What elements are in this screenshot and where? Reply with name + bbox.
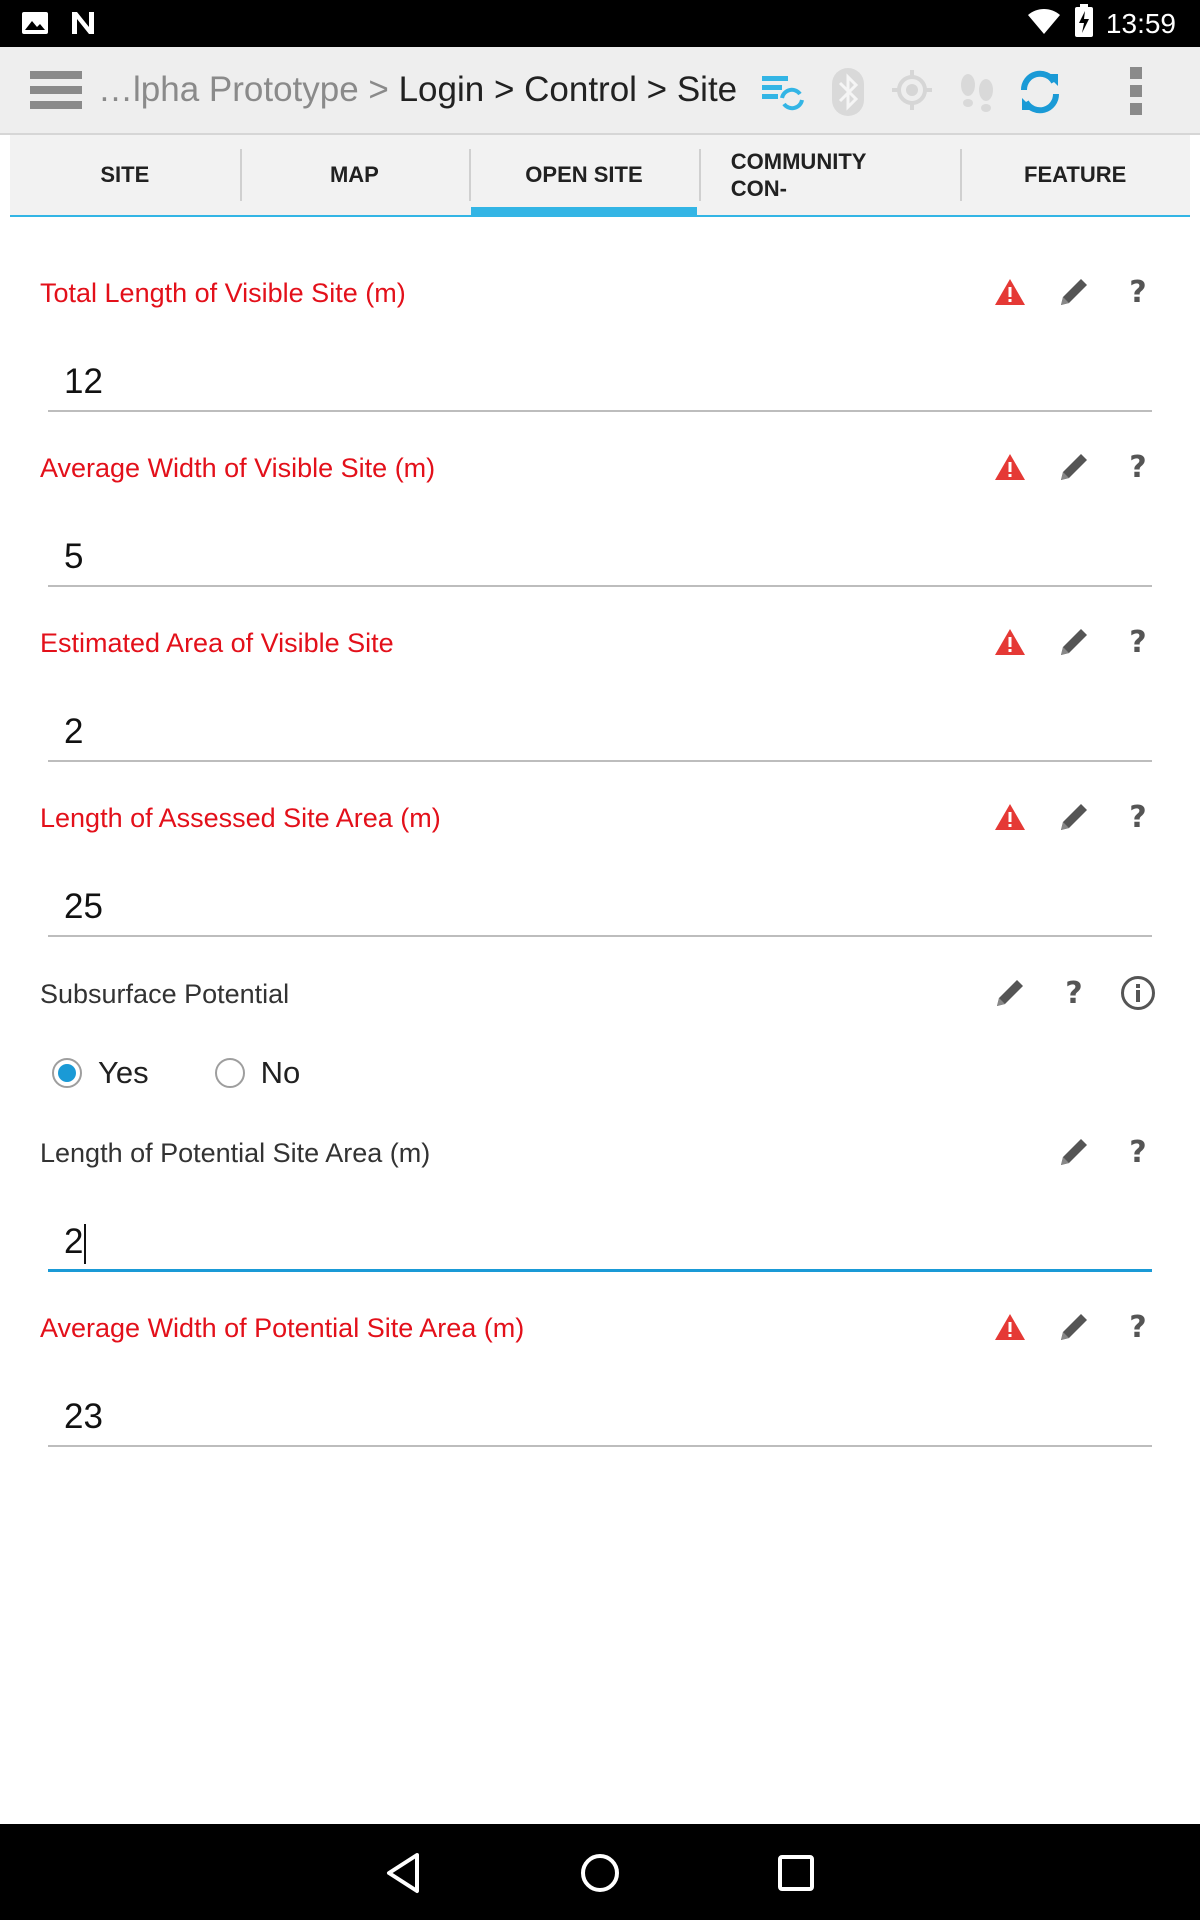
help-icon[interactable]: ? bbox=[1120, 1309, 1156, 1345]
length-potential-input[interactable]: 2 bbox=[48, 1212, 1152, 1272]
average-width-potential-input[interactable]: 23 bbox=[48, 1387, 1152, 1447]
help-icon[interactable]: ? bbox=[1120, 624, 1156, 660]
warning-icon[interactable] bbox=[992, 624, 1028, 660]
n-icon bbox=[68, 8, 98, 43]
info-icon[interactable] bbox=[1120, 975, 1156, 1011]
tab-bar: SITE MAP OPEN SITE COMMUNITY CON- FEATUR… bbox=[10, 135, 1190, 217]
bluetooth-icon[interactable] bbox=[826, 68, 870, 121]
menu-icon[interactable] bbox=[30, 69, 82, 116]
warning-icon[interactable] bbox=[992, 274, 1028, 310]
radio-no[interactable] bbox=[214, 1058, 245, 1088]
breadcrumb-truncated[interactable]: …lpha Prototype > bbox=[98, 70, 399, 109]
home-icon[interactable] bbox=[575, 1848, 625, 1898]
edit-pencil-icon[interactable] bbox=[1056, 799, 1092, 835]
wifi-icon bbox=[1026, 6, 1062, 41]
help-icon[interactable]: ? bbox=[1120, 449, 1156, 485]
navigation-bar bbox=[0, 1824, 1200, 1920]
subsurface-radio-group: Yes No bbox=[52, 1055, 300, 1091]
field-label: Subsurface Potential bbox=[40, 979, 290, 1009]
help-icon[interactable]: ? bbox=[1120, 799, 1156, 835]
radio-option-yes[interactable]: Yes bbox=[52, 1055, 149, 1091]
estimated-area-input[interactable]: 2 bbox=[48, 702, 1152, 762]
length-assessed-input[interactable]: 25 bbox=[48, 877, 1152, 937]
help-icon[interactable]: ? bbox=[1056, 975, 1092, 1011]
tab-community-con[interactable]: COMMUNITY CON- bbox=[698, 135, 961, 215]
tab-open-site[interactable]: OPEN SITE bbox=[469, 135, 699, 217]
field-label: Average Width of Visible Site (m) bbox=[40, 453, 436, 483]
edit-pencil-icon[interactable] bbox=[1056, 624, 1092, 660]
field-label: Length of Potential Site Area (m) bbox=[40, 1138, 431, 1168]
total-length-input[interactable]: 12 bbox=[48, 352, 1152, 412]
help-icon[interactable]: ? bbox=[1120, 274, 1156, 310]
edit-pencil-icon[interactable] bbox=[1056, 1134, 1092, 1170]
tab-community-line1: COMMUNITY bbox=[730, 149, 867, 174]
field-label: Estimated Area of Visible Site bbox=[40, 628, 394, 658]
tab-site[interactable]: SITE bbox=[10, 135, 240, 215]
tab-feature[interactable]: FEATURE bbox=[960, 135, 1190, 215]
footsteps-icon[interactable] bbox=[955, 68, 999, 121]
radio-no-label: No bbox=[260, 1055, 301, 1090]
gps-icon[interactable] bbox=[890, 68, 934, 117]
overflow-menu-icon[interactable] bbox=[1126, 65, 1146, 122]
help-icon[interactable]: ? bbox=[1120, 1134, 1156, 1170]
text-caret bbox=[84, 1223, 87, 1264]
breadcrumb: …lpha Prototype > Login > Control > Site bbox=[98, 47, 737, 133]
status-bar: 13:59 bbox=[0, 0, 1200, 47]
action-bar: …lpha Prototype > Login > Control > Site bbox=[0, 47, 1200, 135]
tab-map[interactable]: MAP bbox=[239, 135, 470, 215]
tab-community-line2: CON- bbox=[730, 176, 787, 201]
radio-option-no[interactable]: No bbox=[214, 1055, 301, 1091]
input-value: 2 bbox=[64, 1222, 84, 1261]
field-label: Total Length of Visible Site (m) bbox=[40, 278, 406, 308]
field-label: Length of Assessed Site Area (m) bbox=[40, 803, 441, 833]
edit-pencil-icon[interactable] bbox=[1056, 274, 1092, 310]
radio-yes-label: Yes bbox=[98, 1055, 149, 1090]
field-label: Average Width of Potential Site Area (m) bbox=[40, 1313, 525, 1343]
warning-icon[interactable] bbox=[992, 1309, 1028, 1345]
refresh-icon[interactable] bbox=[1016, 68, 1064, 121]
edit-pencil-icon[interactable] bbox=[992, 975, 1028, 1011]
warning-icon[interactable] bbox=[992, 799, 1028, 835]
battery-charging-icon bbox=[1074, 4, 1094, 43]
edit-pencil-icon[interactable] bbox=[1056, 1309, 1092, 1345]
warning-icon[interactable] bbox=[992, 449, 1028, 485]
sync-list-icon[interactable] bbox=[760, 68, 804, 117]
recents-icon[interactable] bbox=[771, 1848, 821, 1898]
clock: 13:59 bbox=[1105, 7, 1176, 39]
edit-pencil-icon[interactable] bbox=[1056, 449, 1092, 485]
average-width-input[interactable]: 5 bbox=[48, 527, 1152, 587]
breadcrumb-current[interactable]: Login > Control > Site bbox=[399, 70, 738, 109]
image-icon bbox=[20, 8, 50, 43]
back-icon[interactable] bbox=[378, 1848, 428, 1898]
radio-yes[interactable] bbox=[52, 1058, 82, 1088]
